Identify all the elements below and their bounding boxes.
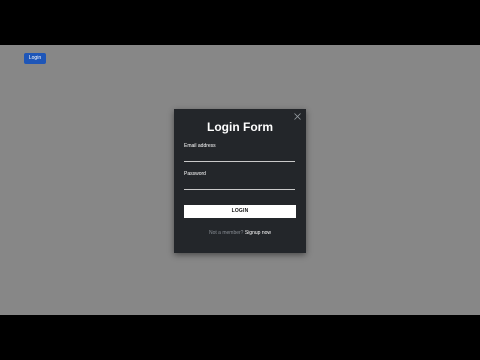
page-viewport: Login Login Form Email address Password … bbox=[0, 45, 480, 315]
letterbox-bottom bbox=[0, 315, 480, 360]
open-login-button[interactable]: Login bbox=[24, 53, 46, 64]
modal-title: Login Form bbox=[207, 120, 273, 134]
email-field[interactable] bbox=[184, 152, 295, 162]
password-field[interactable] bbox=[184, 180, 295, 190]
close-icon[interactable] bbox=[294, 113, 301, 120]
signup-row: Not a member? Signup now bbox=[174, 230, 306, 236]
email-label: Email address bbox=[184, 143, 216, 149]
signup-prompt: Not a member? bbox=[209, 230, 245, 236]
login-modal: Login Form Email address Password LOGIN … bbox=[174, 109, 306, 253]
login-submit-button[interactable]: LOGIN bbox=[184, 205, 296, 218]
password-label: Password bbox=[184, 171, 206, 177]
letterbox-top bbox=[0, 0, 480, 45]
signup-link[interactable]: Signup now bbox=[245, 230, 271, 236]
